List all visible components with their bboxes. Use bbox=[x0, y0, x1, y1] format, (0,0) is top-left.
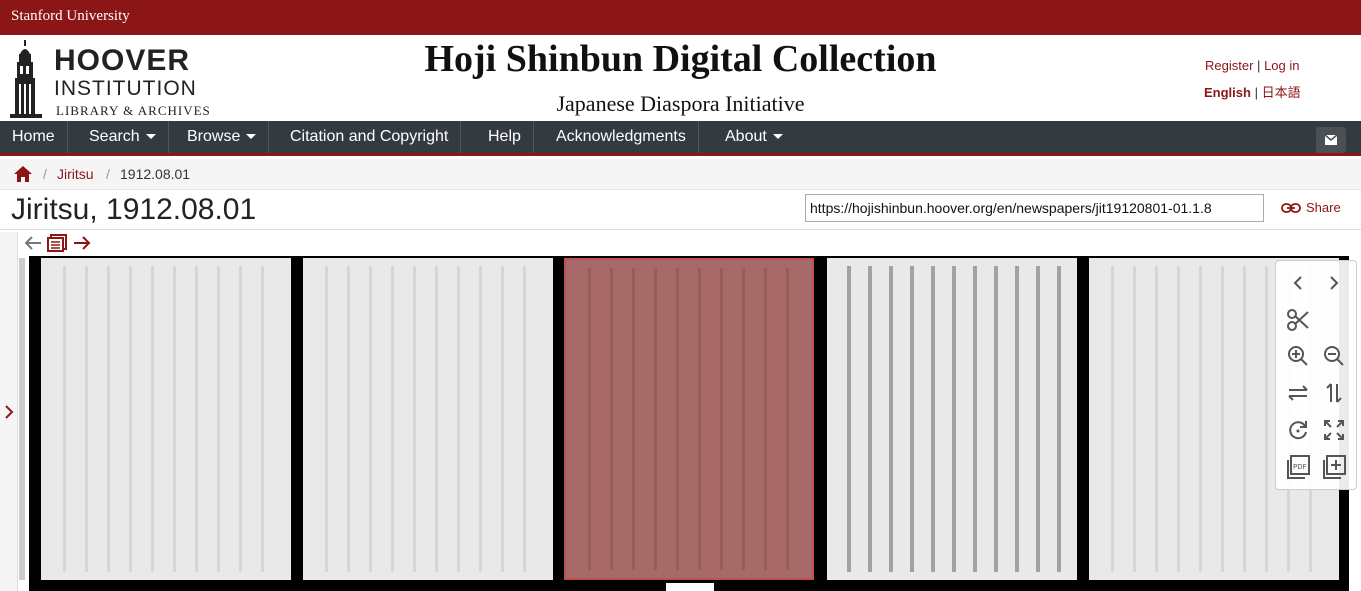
nav-search[interactable]: Search bbox=[77, 121, 169, 153]
breadcrumb-separator: / bbox=[106, 166, 110, 182]
fit-width-icon[interactable] bbox=[1284, 379, 1312, 407]
nav-browse-label: Browse bbox=[187, 128, 241, 145]
chevron-right-icon[interactable] bbox=[1320, 269, 1348, 297]
login-link[interactable]: Log in bbox=[1264, 58, 1299, 73]
account-links: Register | Log in bbox=[1205, 58, 1299, 73]
zoom-in-icon[interactable] bbox=[1284, 342, 1312, 370]
add-to-list-icon[interactable] bbox=[1320, 453, 1348, 481]
contact-button[interactable] bbox=[1316, 127, 1346, 153]
page-thumbnail-active[interactable] bbox=[564, 258, 814, 580]
register-link[interactable]: Register bbox=[1205, 58, 1253, 73]
lang-japanese[interactable]: 日本語 bbox=[1262, 85, 1301, 100]
rotate-icon[interactable] bbox=[1284, 416, 1312, 444]
breadcrumb-jiritsu[interactable]: Jiritsu bbox=[57, 166, 94, 182]
zoom-out-icon[interactable] bbox=[1320, 342, 1348, 370]
arrow-left-icon[interactable] bbox=[24, 234, 44, 252]
main-navbar: Home Search Browse Citation and Copyrigh… bbox=[0, 121, 1361, 156]
lang-english[interactable]: English bbox=[1204, 85, 1251, 100]
caret-down-icon bbox=[772, 134, 783, 140]
lang-separator: | bbox=[1254, 85, 1258, 100]
chevron-left-icon[interactable] bbox=[1284, 269, 1312, 297]
issue-browse-icon[interactable] bbox=[47, 234, 67, 252]
breadcrumb-current: 1912.08.01 bbox=[120, 166, 191, 182]
sidebar-toggle[interactable] bbox=[0, 232, 18, 591]
nav-about[interactable]: About bbox=[713, 121, 795, 153]
stanford-link[interactable]: Stanford University bbox=[11, 8, 130, 25]
site-title[interactable]: Hoji Shinbun Digital Collection bbox=[0, 37, 1361, 81]
breadcrumb: / Jiritsu / 1912.08.01 bbox=[0, 159, 1361, 190]
nav-acknowledgments-label: Acknowledgments bbox=[556, 128, 686, 145]
stanford-bar: Stanford University bbox=[0, 0, 1361, 35]
share-label: Share bbox=[1306, 200, 1341, 215]
fullscreen-icon[interactable] bbox=[1320, 416, 1348, 444]
caret-down-icon bbox=[145, 134, 156, 140]
nav-help[interactable]: Help bbox=[476, 121, 534, 153]
page-thumbnail[interactable] bbox=[303, 258, 553, 580]
nav-about-label: About bbox=[725, 128, 767, 145]
nav-search-label: Search bbox=[89, 128, 140, 145]
viewer-controls: PDF bbox=[1275, 260, 1357, 490]
nav-citation[interactable]: Citation and Copyright bbox=[278, 121, 462, 153]
page-label bbox=[666, 583, 714, 591]
arrow-right-icon[interactable] bbox=[71, 234, 91, 252]
fit-height-icon[interactable] bbox=[1320, 379, 1348, 407]
chevron-right-icon bbox=[5, 405, 14, 419]
site-subtitle: Japanese Diaspora Initiative bbox=[556, 91, 805, 116]
link-icon bbox=[1281, 203, 1301, 213]
caret-down-icon bbox=[246, 134, 257, 140]
divider bbox=[0, 229, 1361, 230]
account-separator: | bbox=[1257, 58, 1261, 73]
page-viewer[interactable] bbox=[19, 256, 1361, 591]
permalink-input[interactable] bbox=[805, 194, 1264, 222]
nav-help-label: Help bbox=[488, 128, 521, 145]
nav-home[interactable]: Home bbox=[0, 121, 68, 153]
home-icon[interactable] bbox=[13, 165, 33, 183]
page-thumbnail[interactable] bbox=[827, 258, 1077, 580]
nav-acknowledgments[interactable]: Acknowledgments bbox=[544, 121, 699, 153]
nav-home-label: Home bbox=[12, 128, 55, 145]
svg-text:PDF: PDF bbox=[1293, 463, 1307, 471]
site-banner: HOOVER INSTITUTION LIBRARY & ARCHIVES Ho… bbox=[0, 35, 1361, 121]
pdf-icon[interactable]: PDF bbox=[1284, 453, 1312, 481]
breadcrumb-separator: / bbox=[43, 166, 47, 182]
nav-citation-label: Citation and Copyright bbox=[290, 128, 449, 145]
envelope-icon bbox=[1324, 134, 1338, 145]
scissors-icon[interactable] bbox=[1284, 306, 1312, 334]
page-title: Jiritsu, 1912.08.01 bbox=[11, 193, 257, 226]
page-thumbnail[interactable] bbox=[41, 258, 291, 580]
nav-browse[interactable]: Browse bbox=[175, 121, 270, 153]
previous-page-edge bbox=[19, 258, 25, 580]
language-switcher: English | 日本語 bbox=[1204, 82, 1301, 101]
